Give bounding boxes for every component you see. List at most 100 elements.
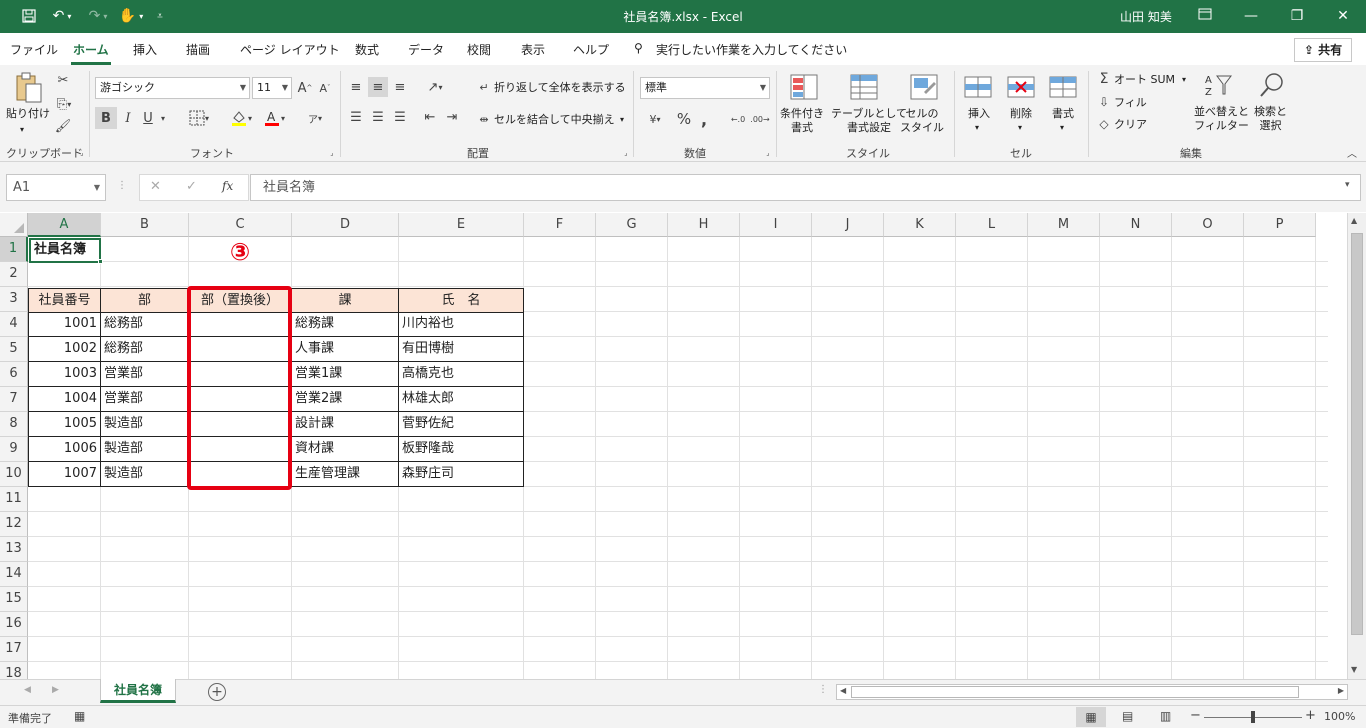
insert-dropdown-icon[interactable]: ▾: [975, 121, 979, 135]
clear-button[interactable]: クリア: [1114, 118, 1147, 132]
copy-icon[interactable]: ⎘ ▾: [52, 95, 76, 113]
cell-section[interactable]: 営業1課: [292, 362, 399, 387]
cell-a1-title[interactable]: 社員名簿: [29, 238, 101, 263]
find-select-button[interactable]: 検索と 選択: [1254, 105, 1287, 133]
share-button[interactable]: ⇪ 共有: [1294, 38, 1352, 62]
tab-view[interactable]: 表示: [521, 41, 545, 58]
merge-center-button[interactable]: セルを結合して中央揃え: [494, 113, 615, 127]
insert-cells-icon[interactable]: [962, 73, 994, 101]
align-left-icon[interactable]: ☰: [346, 107, 366, 127]
row-header[interactable]: 17: [0, 637, 28, 662]
cell-name[interactable]: 川内裕也: [399, 312, 524, 337]
cell-section[interactable]: 生産管理課: [292, 462, 399, 487]
tab-page-layout[interactable]: ページ レイアウト: [240, 41, 340, 58]
page-layout-view-icon[interactable]: ▤: [1122, 709, 1133, 723]
tab-review[interactable]: 校閲: [467, 41, 491, 58]
align-middle-icon[interactable]: ≡: [368, 77, 388, 97]
merge-dropdown-icon[interactable]: ▾: [620, 113, 624, 127]
paste-dropdown-icon[interactable]: ▾: [20, 123, 24, 137]
fill-icon[interactable]: ⇩: [1096, 94, 1112, 110]
cell-name[interactable]: 板野隆哉: [399, 437, 524, 462]
underline-dropdown-icon[interactable]: ▾: [158, 109, 168, 127]
bold-button[interactable]: B: [95, 107, 117, 129]
row-header[interactable]: 3: [0, 287, 28, 312]
autosum-dropdown-icon[interactable]: ▾: [1182, 73, 1186, 87]
find-select-icon[interactable]: [1256, 71, 1288, 99]
tab-data[interactable]: データ: [408, 41, 444, 58]
restore-icon[interactable]: ❐: [1274, 4, 1320, 28]
autosum-button[interactable]: オート SUM: [1114, 73, 1175, 87]
tab-help[interactable]: ヘルプ: [573, 41, 609, 58]
tab-formulas[interactable]: 数式: [355, 41, 379, 58]
scroll-up-icon[interactable]: ▲: [1351, 216, 1357, 225]
cell-section[interactable]: 営業2課: [292, 387, 399, 412]
cell-section[interactable]: 総務課: [292, 312, 399, 337]
scroll-left-icon[interactable]: ◀: [840, 686, 846, 695]
phonetic-icon[interactable]: ア ▾: [300, 107, 330, 129]
cell-dept[interactable]: 総務部: [101, 312, 189, 337]
insert-function-icon[interactable]: fx: [222, 179, 233, 193]
close-icon[interactable]: ✕: [1320, 4, 1366, 28]
delete-dropdown-icon[interactable]: ▾: [1018, 121, 1022, 135]
scroll-down-icon[interactable]: ▼: [1351, 665, 1357, 674]
row-header[interactable]: 6: [0, 362, 28, 387]
row-header[interactable]: 9: [0, 437, 28, 462]
wrap-text-icon[interactable]: ↵: [476, 79, 492, 95]
column-header[interactable]: F: [524, 213, 596, 237]
italic-button[interactable]: I: [120, 107, 136, 129]
add-sheet-icon[interactable]: +: [208, 683, 226, 701]
sort-filter-icon[interactable]: AZ: [1202, 71, 1234, 99]
sort-filter-button[interactable]: 並べ替えと フィルター: [1194, 105, 1249, 133]
decrease-decimal-icon[interactable]: .00→: [750, 109, 770, 129]
header-dept[interactable]: 部: [101, 288, 189, 313]
fill-button[interactable]: フィル: [1114, 96, 1147, 110]
cell-employee-id[interactable]: 1005: [28, 412, 101, 437]
search-icon[interactable]: ⚲: [634, 41, 643, 55]
cell-dept[interactable]: 製造部: [101, 437, 189, 462]
scroll-thumb[interactable]: [1351, 233, 1363, 635]
enter-icon[interactable]: ✓: [186, 179, 197, 194]
tab-file[interactable]: ファイル: [10, 41, 58, 58]
header-name[interactable]: 氏 名: [399, 288, 524, 313]
collapse-ribbon-icon[interactable]: ︿: [1345, 145, 1359, 160]
row-header[interactable]: 10: [0, 462, 28, 487]
worksheet-grid[interactable]: ABCDEFGHIJKLMNOP 1 2 3 4 5 6 7 8 9 10 11 12 13 14 15 16…: [0, 213, 1347, 679]
align-center-icon[interactable]: ☰: [368, 107, 388, 127]
cell-name[interactable]: 林雄太郎: [399, 387, 524, 412]
row-header[interactable]: 14: [0, 562, 28, 587]
column-header[interactable]: D: [292, 213, 399, 237]
percent-icon[interactable]: %: [674, 109, 694, 129]
column-header[interactable]: N: [1100, 213, 1172, 237]
row-header[interactable]: 1: [0, 237, 28, 262]
font-name-combo[interactable]: 游ゴシック ▼: [95, 77, 250, 99]
row-header[interactable]: 4: [0, 312, 28, 337]
header-section[interactable]: 課: [292, 288, 399, 313]
delete-cells-button[interactable]: 削除: [1010, 107, 1032, 121]
header-employee-id[interactable]: 社員番号: [28, 288, 101, 313]
formula-input[interactable]: 社員名簿: [250, 174, 1361, 201]
font-size-combo[interactable]: 11 ▼: [252, 77, 292, 99]
cell-dept[interactable]: 製造部: [101, 412, 189, 437]
cell-employee-id[interactable]: 1007: [28, 462, 101, 487]
cell-name[interactable]: 有田博樹: [399, 337, 524, 362]
splitter-icon[interactable]: ⋮: [818, 684, 828, 695]
row-header[interactable]: 18: [0, 662, 28, 679]
column-header[interactable]: K: [884, 213, 956, 237]
merge-center-icon[interactable]: ⇹: [476, 111, 492, 127]
column-header[interactable]: G: [596, 213, 668, 237]
dialog-launcher-icon[interactable]: ⌟: [78, 149, 86, 157]
cell-name[interactable]: 森野庄司: [399, 462, 524, 487]
format-cells-button[interactable]: 書式: [1052, 107, 1074, 121]
scroll-thumb[interactable]: [851, 686, 1299, 698]
cell-name[interactable]: 菅野佐紀: [399, 412, 524, 437]
zoom-in-icon[interactable]: +: [1305, 708, 1316, 723]
tab-draw[interactable]: 描画: [186, 41, 210, 58]
normal-view-icon[interactable]: ▦: [1076, 707, 1106, 727]
select-all-button[interactable]: [0, 213, 28, 237]
cancel-icon[interactable]: ✕: [150, 179, 161, 194]
column-header[interactable]: J: [812, 213, 884, 237]
font-color-icon[interactable]: A ▾: [259, 107, 289, 129]
name-box[interactable]: A1 ▼: [6, 174, 106, 201]
insert-cells-button[interactable]: 挿入: [968, 107, 990, 121]
cell-employee-id[interactable]: 1006: [28, 437, 101, 462]
